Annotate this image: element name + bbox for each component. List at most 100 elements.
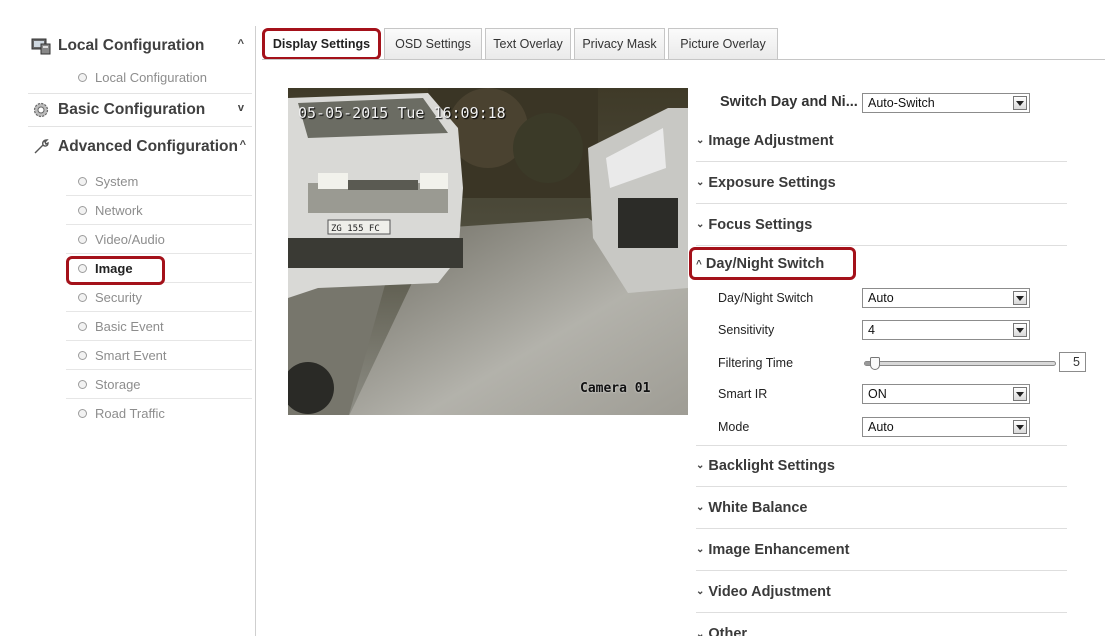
chevron-down-icon: v: [237, 102, 244, 114]
bullet-icon: [78, 292, 87, 302]
bullet-icon: [78, 379, 87, 389]
dropdown-arrow-icon: [1013, 420, 1027, 434]
camera-image: ZG 155 FC: [288, 88, 688, 415]
bullet-icon: [78, 321, 87, 331]
daynight-switch-label: Day/Night Switch: [718, 291, 814, 305]
section-exposure-settings[interactable]: ⌄ Exposure Settings: [696, 162, 1067, 204]
smart-ir-label: Smart IR: [718, 387, 768, 401]
chevron-down-icon: ⌄: [696, 135, 705, 146]
sidebar-item-label: Smart Event: [95, 347, 167, 363]
wrench-icon: [30, 136, 52, 158]
sidebar-item-label: Local Configuration: [95, 70, 208, 85]
basic-configuration-header[interactable]: Basic Configuration v: [28, 96, 252, 124]
image-highlight-box: [66, 256, 165, 285]
day-night-highlight-box: [689, 247, 856, 280]
chevron-down-icon: ⌄: [696, 219, 705, 230]
sidebar-item-local-configuration[interactable]: Local Configuration: [66, 63, 252, 92]
mode-select[interactable]: Auto: [862, 417, 1030, 437]
local-configuration-header[interactable]: Local Configuration ^: [28, 32, 252, 60]
section-image-adjustment[interactable]: ⌄ Image Adjustment: [696, 120, 1067, 162]
filtering-time-slider[interactable]: [864, 357, 1056, 370]
section-backlight-settings[interactable]: ⌄ Backlight Settings: [696, 445, 1067, 487]
select-value: Auto: [868, 291, 894, 305]
select-value: ON: [868, 387, 887, 401]
section-label: Video Adjustment: [708, 583, 831, 600]
mode-label: Mode: [718, 420, 750, 434]
bullet-icon: [78, 409, 87, 418]
sidebar-item-video-audio[interactable]: Video/Audio: [66, 225, 252, 254]
sidebar-item-label: Road Traffic: [95, 406, 165, 421]
tab-privacy-mask[interactable]: Privacy Mask: [574, 28, 665, 59]
chevron-up-icon: ^: [237, 38, 244, 50]
section-label: Exposure Settings: [708, 174, 836, 191]
osd-camera-name: Camera 01: [580, 381, 651, 396]
sidebar-item-smart-event[interactable]: Smart Event: [66, 341, 252, 370]
dropdown-arrow-icon: [1013, 323, 1027, 337]
select-value: Auto-Switch: [868, 96, 935, 110]
filtering-time-label: Filtering Time: [718, 356, 794, 370]
sidebar-item-label: Security: [95, 289, 142, 305]
bullet-icon: [78, 176, 87, 186]
dropdown-arrow-icon: [1013, 291, 1027, 305]
select-value: 4: [868, 323, 875, 337]
advanced-configuration-label: Advanced Configuration: [58, 138, 238, 155]
local-config-icon: [30, 35, 52, 57]
section-label: Other: [708, 626, 748, 636]
switch-day-night-label: Switch Day and Ni...: [720, 94, 858, 110]
sidebar-item-storage[interactable]: Storage: [66, 370, 252, 399]
advanced-configuration-header[interactable]: Advanced Configuration ^: [28, 133, 252, 161]
sidebar-item-label: Storage: [95, 376, 141, 392]
smart-ir-select[interactable]: ON: [862, 384, 1030, 404]
slider-thumb[interactable]: [869, 357, 880, 370]
dropdown-arrow-icon: [1013, 96, 1027, 110]
sidebar-item-security[interactable]: Security: [66, 283, 252, 312]
chevron-down-icon: ⌄: [696, 586, 705, 597]
chevron-down-icon: ⌄: [696, 502, 705, 513]
chevron-down-icon: ⌄: [696, 177, 705, 188]
section-label: Backlight Settings: [708, 457, 835, 474]
daynight-switch-select[interactable]: Auto: [862, 288, 1030, 308]
tab-bar: Display Settings OSD Settings Text Overl…: [262, 28, 781, 60]
section-label: Image Enhancement: [708, 541, 850, 558]
section-white-balance[interactable]: ⌄ White Balance: [696, 487, 1067, 529]
local-configuration-label: Local Configuration: [58, 37, 205, 54]
sidebar-item-system[interactable]: System: [66, 167, 252, 196]
section-other[interactable]: ⌄ Other: [696, 613, 1067, 636]
filtering-time-value[interactable]: 5: [1059, 352, 1086, 372]
sensitivity-select[interactable]: 4: [862, 320, 1030, 340]
section-focus-settings[interactable]: ⌄ Focus Settings: [696, 204, 1067, 246]
tab-divider: [262, 59, 1105, 60]
select-value: Auto: [868, 420, 894, 434]
sidebar: Local Configuration ^ Local Configuratio…: [28, 26, 256, 636]
sidebar-item-label: Network: [95, 202, 143, 218]
sidebar-item-basic-event[interactable]: Basic Event: [66, 312, 252, 341]
license-plate: ZG 155 FC: [331, 224, 380, 234]
section-label: Focus Settings: [708, 216, 813, 233]
sidebar-item-road-traffic[interactable]: Road Traffic: [66, 399, 252, 428]
sidebar-item-label: Video/Audio: [95, 231, 165, 247]
sidebar-item-network[interactable]: Network: [66, 196, 252, 225]
tab-picture-overlay[interactable]: Picture Overlay: [668, 28, 778, 59]
sidebar-item-label: Basic Event: [95, 318, 164, 334]
divider: [28, 126, 252, 127]
tab-osd-settings[interactable]: OSD Settings: [384, 28, 482, 59]
divider: [28, 93, 252, 94]
section-image-enhancement[interactable]: ⌄ Image Enhancement: [696, 529, 1067, 571]
bullet-icon: [78, 205, 87, 215]
dropdown-arrow-icon: [1013, 387, 1027, 401]
tab-text-overlay[interactable]: Text Overlay: [485, 28, 571, 59]
sidebar-item-label: System: [95, 173, 139, 189]
chevron-down-icon: ⌄: [696, 460, 705, 471]
bullet-icon: [78, 350, 87, 360]
gear-icon: [30, 99, 52, 121]
chevron-up-icon: ^: [239, 139, 246, 151]
tab-display-settings[interactable]: Display Settings: [262, 28, 381, 60]
chevron-down-icon: ⌄: [696, 544, 705, 555]
bullet-icon: [78, 73, 87, 82]
section-video-adjustment[interactable]: ⌄ Video Adjustment: [696, 571, 1067, 613]
basic-configuration-label: Basic Configuration: [58, 101, 206, 118]
chevron-down-icon: ⌄: [696, 628, 705, 636]
sensitivity-label: Sensitivity: [718, 323, 775, 337]
switch-day-night-select[interactable]: Auto-Switch: [862, 93, 1030, 113]
section-label: Image Adjustment: [708, 132, 834, 149]
